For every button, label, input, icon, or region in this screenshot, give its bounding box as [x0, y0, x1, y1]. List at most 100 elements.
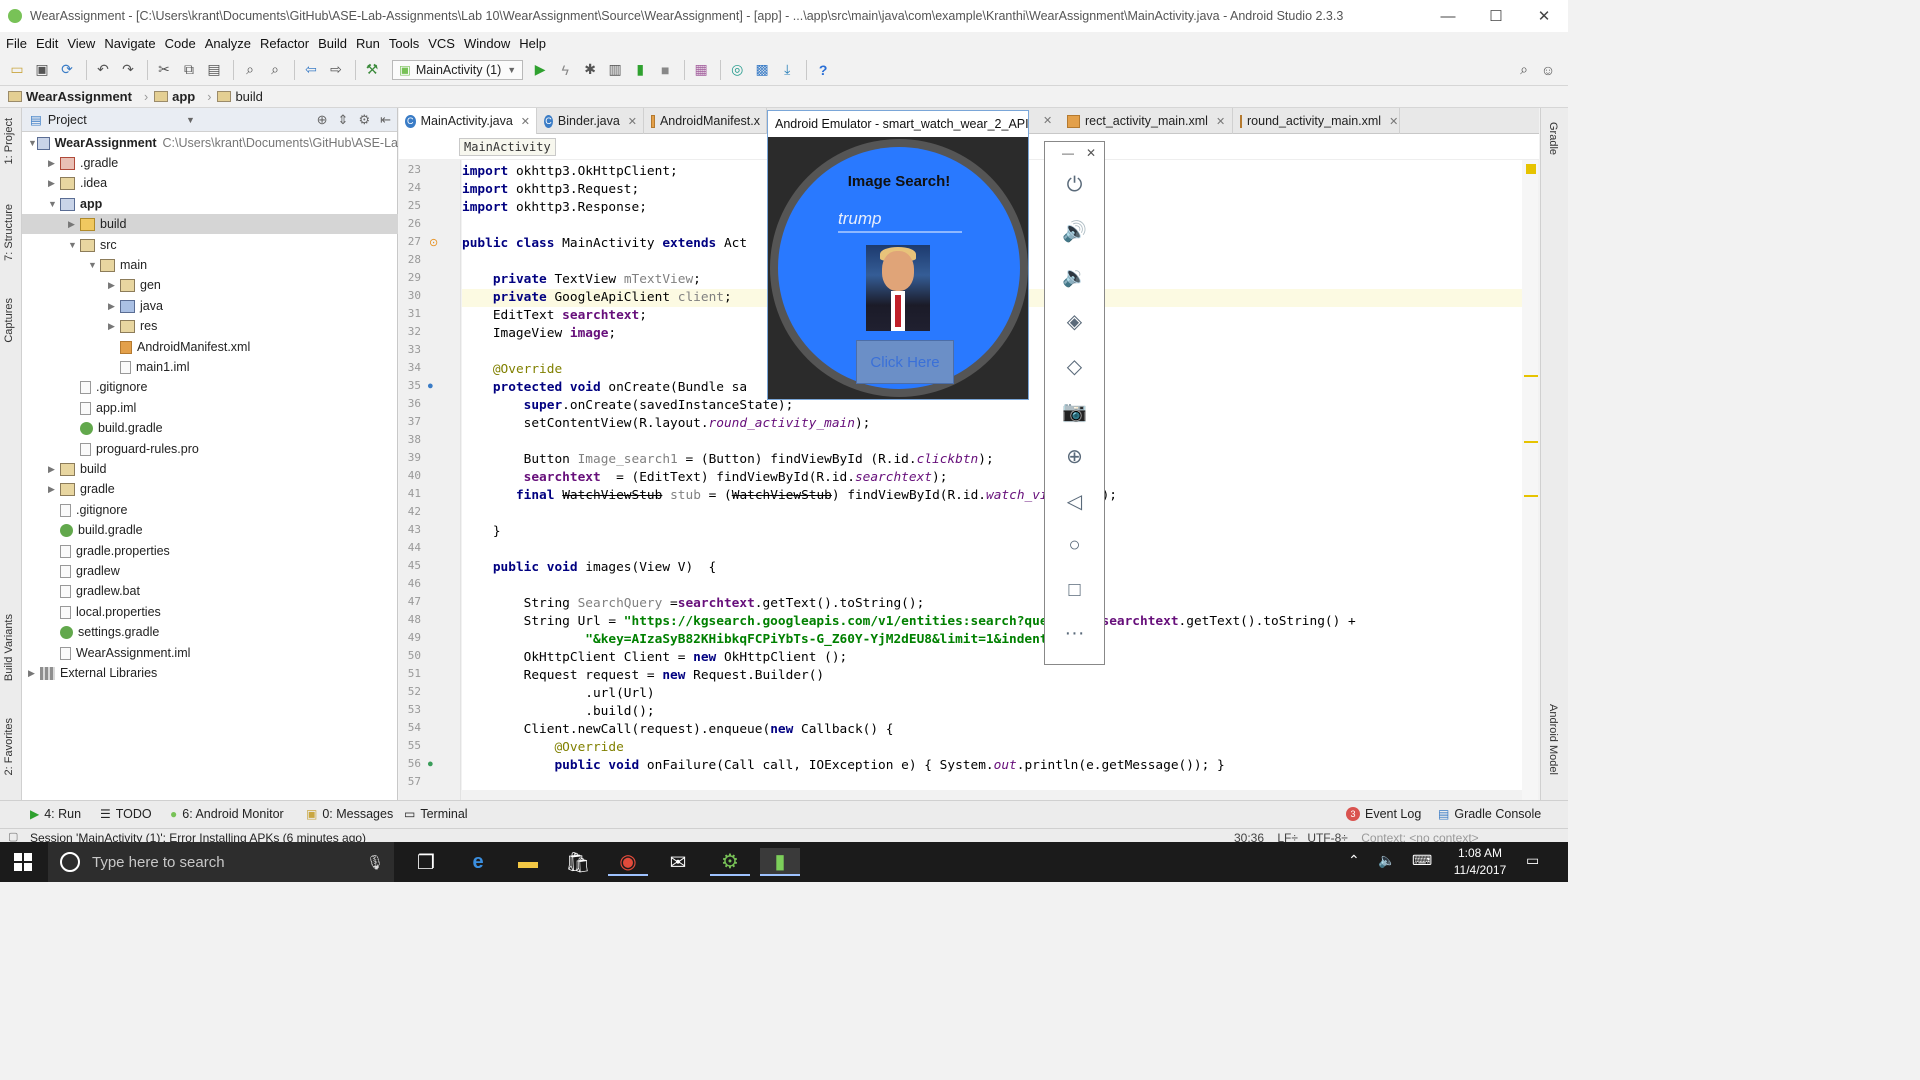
menu-file[interactable]: File: [2, 36, 31, 51]
close-tab-icon[interactable]: ✕: [521, 115, 530, 128]
tree-item[interactable]: WearAssignment.iml: [22, 643, 398, 663]
warning-marker[interactable]: [1524, 495, 1538, 497]
tree-item[interactable]: ▶ res: [22, 316, 398, 336]
tree-item-root[interactable]: ▼ WearAssignment C:\Users\krant\Documents\…: [22, 133, 398, 153]
tree-item[interactable]: AndroidManifest.xml: [22, 337, 398, 357]
gradle-console-tool-button[interactable]: ▤ Gradle Console: [1438, 807, 1541, 821]
tree-item[interactable]: .gitignore: [22, 377, 398, 397]
tree-item[interactable]: ▼ src: [22, 235, 398, 255]
project-structure-icon[interactable]: ▩: [751, 59, 773, 81]
close-button[interactable]: ✕: [1520, 0, 1568, 32]
tab-round-activity-main[interactable]: round_activity_main.xml ✕: [1234, 108, 1400, 134]
status-message[interactable]: Session 'MainActivity (1)': Error Instal…: [30, 831, 366, 842]
chrome-icon[interactable]: ◉: [608, 848, 648, 876]
breadcrumb-folder[interactable]: build: [217, 89, 263, 104]
menu-analyze[interactable]: Analyze: [201, 36, 255, 51]
redo-icon[interactable]: ↷: [117, 59, 139, 81]
instant-run-icon[interactable]: ϟ: [554, 59, 576, 81]
tree-item[interactable]: build.gradle: [22, 520, 398, 540]
run-tool-button[interactable]: ▶ 4: Run: [30, 807, 81, 821]
override-icon[interactable]: ●: [427, 758, 434, 770]
tree-item[interactable]: ▶ External Libraries: [22, 663, 398, 683]
tray-chevron-icon[interactable]: ⌃: [1348, 852, 1360, 869]
camera-icon[interactable]: 📷: [1045, 399, 1104, 424]
android-model-tool-tab[interactable]: Android Model: [1547, 704, 1559, 775]
tree-item[interactable]: app.iml: [22, 398, 398, 418]
close-tab-icon[interactable]: ✕: [1389, 115, 1398, 128]
taskbar-clock[interactable]: 1:08 AM 11/4/2017: [1444, 845, 1516, 879]
file-encoding[interactable]: UTF-8÷: [1307, 831, 1348, 842]
paste-icon[interactable]: ▤: [203, 59, 225, 81]
tree-item[interactable]: ▶ gradle: [22, 479, 398, 499]
tree-item[interactable]: main1.iml: [22, 357, 398, 377]
tab-binder[interactable]: C Binder.java ✕: [538, 108, 644, 134]
tree-item[interactable]: settings.gradle: [22, 622, 398, 642]
tree-item[interactable]: ▶ .gradle: [22, 153, 398, 173]
structure-tool-tab[interactable]: 7: Structure: [3, 204, 15, 261]
rotate-left-icon[interactable]: ◈: [1045, 309, 1104, 334]
menu-view[interactable]: View: [63, 36, 99, 51]
chevron-down-icon[interactable]: ▼: [186, 115, 195, 125]
menu-refactor[interactable]: Refactor: [256, 36, 313, 51]
run-configuration-select[interactable]: ▣ MainActivity (1) ▼: [392, 59, 524, 80]
rotate-right-icon[interactable]: ◇: [1045, 354, 1104, 379]
context-indicator[interactable]: Context: <no context>: [1361, 831, 1478, 842]
warning-marker[interactable]: [1526, 164, 1536, 174]
forward-nav-icon[interactable]: ⇨: [325, 59, 347, 81]
open-folder-icon[interactable]: ▭: [6, 59, 28, 81]
search-button[interactable]: Click Here: [856, 340, 954, 384]
help-icon[interactable]: ?: [812, 59, 834, 81]
device-monitor-icon[interactable]: ▦: [690, 59, 712, 81]
breadcrumb-project[interactable]: WearAssignment: [8, 89, 132, 104]
tree-item[interactable]: .gitignore: [22, 500, 398, 520]
caret-position[interactable]: 30:36: [1234, 831, 1264, 842]
project-tool-tab[interactable]: 1: Project: [3, 118, 15, 164]
tab-mainactivity[interactable]: C MainActivity.java ✕: [399, 108, 537, 134]
search-input[interactable]: trump: [838, 209, 962, 233]
search-everywhere-icon[interactable]: ⌕: [1513, 59, 1535, 81]
find-icon[interactable]: ⌕: [239, 59, 261, 81]
hide-icon[interactable]: ⇤: [380, 112, 391, 128]
maximize-button[interactable]: ☐: [1472, 0, 1520, 32]
minimize-button[interactable]: —: [1424, 0, 1472, 32]
build-variants-tool-tab[interactable]: Build Variants: [3, 614, 15, 681]
make-project-icon[interactable]: ⚒: [361, 59, 383, 81]
tree-item[interactable]: gradlew: [22, 561, 398, 581]
cut-icon[interactable]: ✂: [153, 59, 175, 81]
tree-item[interactable]: ▼ main: [22, 255, 398, 275]
home-icon[interactable]: ○: [1045, 534, 1104, 557]
volume-up-icon[interactable]: 🔊: [1045, 219, 1104, 244]
class-run-icon[interactable]: ⊙: [429, 236, 438, 249]
gear-icon[interactable]: ⚙: [358, 112, 370, 128]
notifications-icon[interactable]: ▭: [1526, 852, 1539, 869]
favorites-tool-tab[interactable]: 2: Favorites: [3, 718, 15, 775]
undo-icon[interactable]: ↶: [92, 59, 114, 81]
overview-icon[interactable]: □: [1045, 579, 1104, 602]
back-nav-icon[interactable]: ⇦: [300, 59, 322, 81]
tab-manifest[interactable]: AndroidManifest.x: [645, 108, 767, 134]
run-icon[interactable]: ▶: [529, 59, 551, 81]
save-all-icon[interactable]: ▣: [31, 59, 53, 81]
edge-icon[interactable]: e: [458, 848, 498, 876]
tree-item[interactable]: ▼ app: [22, 194, 398, 214]
menu-vcs[interactable]: VCS: [424, 36, 459, 51]
emulator-minimize-icon[interactable]: —: [1062, 146, 1074, 160]
status-icon[interactable]: ▢: [8, 830, 18, 842]
todo-tool-button[interactable]: ☰ TODO: [100, 807, 152, 821]
warning-marker[interactable]: [1524, 441, 1538, 443]
power-icon[interactable]: ⏻: [1045, 174, 1104, 197]
warning-marker[interactable]: [1524, 375, 1538, 377]
keyboard-icon[interactable]: ⌨: [1412, 852, 1432, 869]
close-tab-icon[interactable]: ✕: [1043, 114, 1052, 127]
store-icon[interactable]: 🛍: [558, 848, 598, 876]
replace-icon[interactable]: ⌕: [264, 59, 286, 81]
emulator-title[interactable]: Android Emulator - smart_watch_wear_2_AP…: [768, 111, 1028, 137]
menu-build[interactable]: Build: [314, 36, 351, 51]
class-breadcrumb[interactable]: MainActivity: [459, 138, 556, 156]
tree-item[interactable]: local.properties: [22, 602, 398, 622]
close-tab-icon[interactable]: ✕: [628, 115, 637, 128]
close-tab-icon[interactable]: ✕: [1216, 115, 1225, 128]
more-icon[interactable]: ···: [1045, 622, 1104, 645]
file-explorer-icon[interactable]: ▬: [508, 848, 548, 876]
messages-tool-button[interactable]: ▣ 0: Messages: [306, 807, 393, 821]
